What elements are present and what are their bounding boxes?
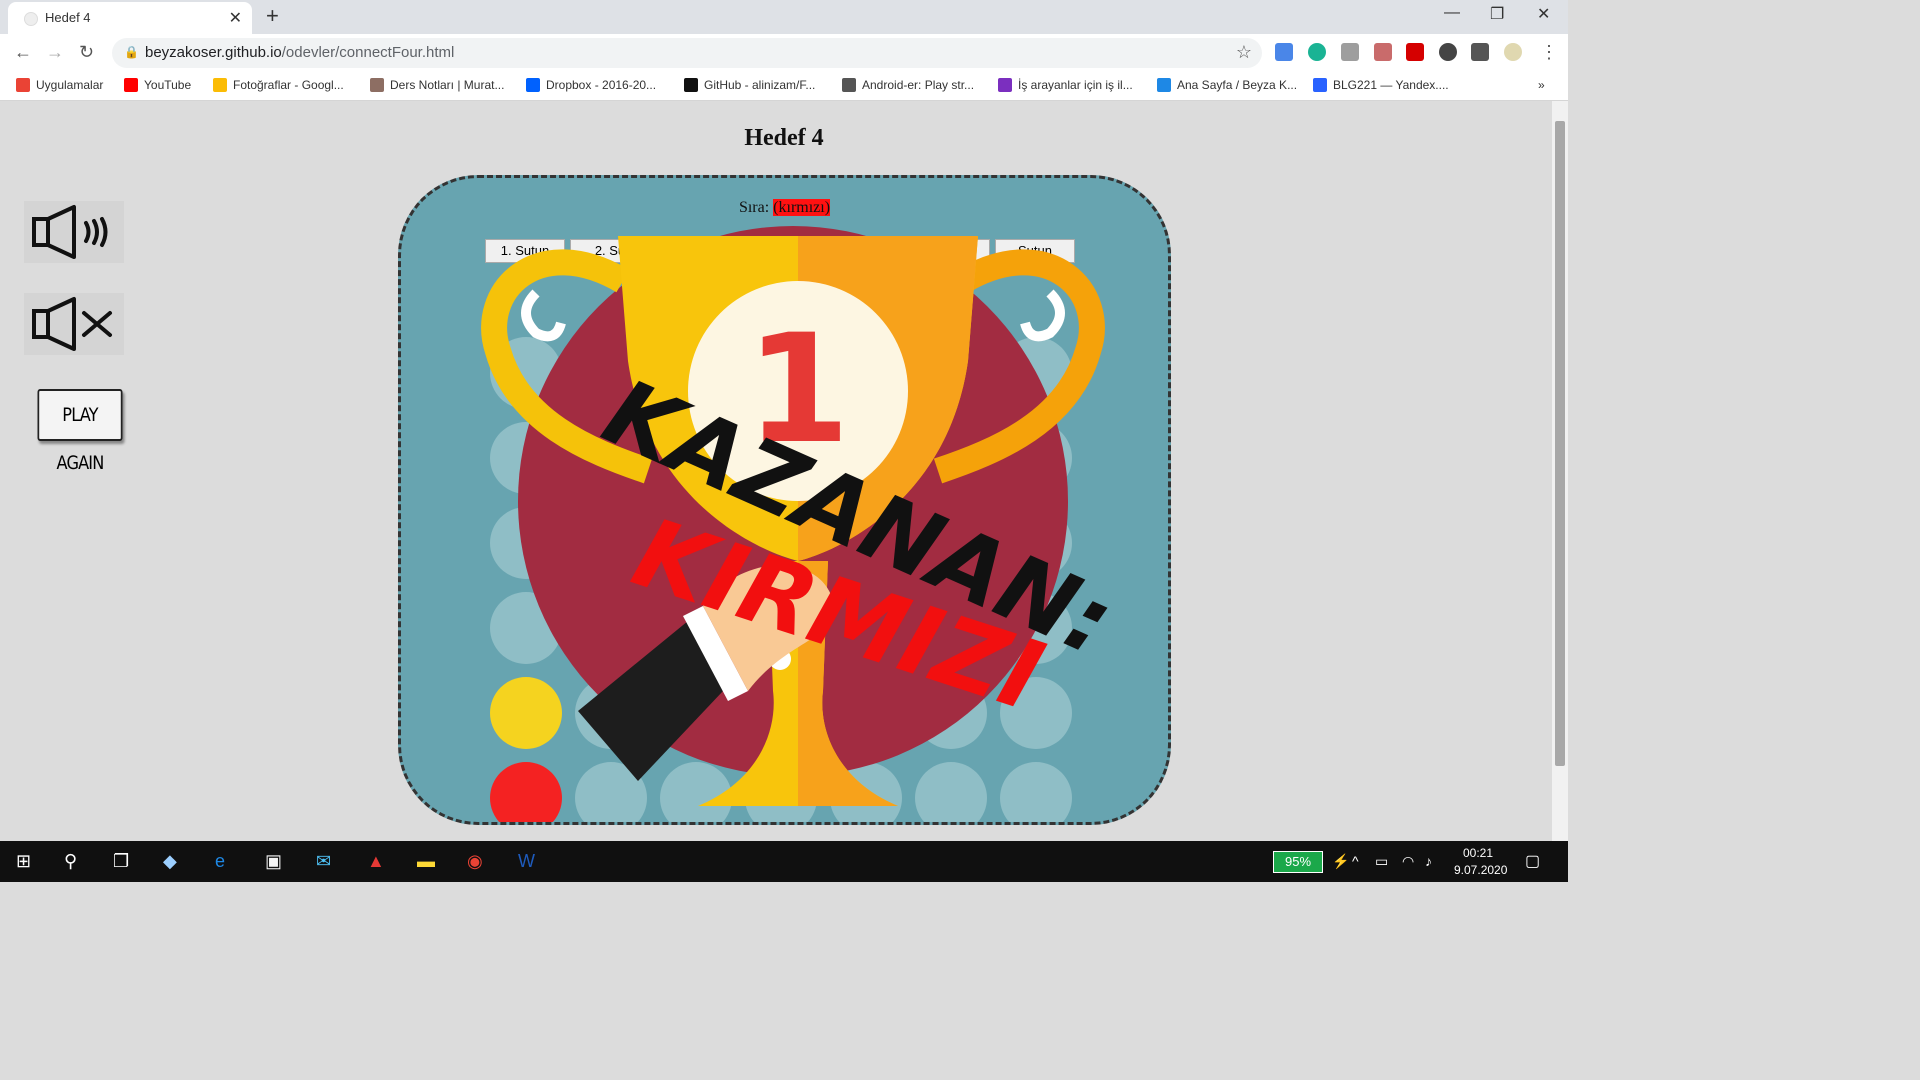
store-icon[interactable]: ▣: [265, 851, 282, 872]
clock-date[interactable]: 9.07.2020: [1454, 863, 1507, 877]
winner-trophy-overlay: 1 KAZANAN: KIRMIZI: [481, 226, 1128, 806]
new-tab-button[interactable]: +: [266, 3, 279, 29]
bookmark-label: Ana Sayfa / Beyza K...: [1177, 78, 1298, 92]
page-scrollbar[interactable]: [1552, 101, 1568, 841]
sound-off-button[interactable]: [24, 293, 124, 355]
bookmark-item[interactable]: Dropbox - 2016-20...: [526, 78, 656, 92]
bookmark-label: GitHub - alinizam/F...: [704, 78, 816, 92]
trophy-left-swirl: [521, 289, 566, 342]
speaker-mute-icon: [32, 297, 112, 351]
media-controls-icon[interactable]: [1471, 43, 1489, 61]
more-bookmarks-button[interactable]: »: [1538, 78, 1545, 92]
bookmark-favicon-icon: [370, 78, 384, 92]
bookmark-favicon-icon: [16, 78, 30, 92]
sound-on-button[interactable]: [24, 201, 124, 263]
3d-box-app-icon[interactable]: ◆: [163, 851, 177, 872]
chrome-icon[interactable]: ◉: [467, 851, 483, 872]
profile-avatar[interactable]: [1504, 43, 1522, 61]
bookmark-item[interactable]: BLG221 — Yandex....: [1313, 78, 1449, 92]
bookmarks-bar: Uygulamalar YouTube Fotoğraflar - Googl...…: [0, 72, 1568, 101]
turn-indicator: Sıra: (kırmızı): [401, 199, 1168, 217]
restore-button[interactable]: ❐: [1490, 4, 1504, 24]
bookmark-label: Fotoğraflar - Googl...: [233, 78, 344, 92]
tray-chevron-icon[interactable]: ^: [1352, 853, 1359, 869]
bookmark-item[interactable]: Uygulamalar: [16, 78, 103, 92]
scrollbar-thumb[interactable]: [1555, 121, 1565, 766]
bookmark-favicon-icon: [1157, 78, 1171, 92]
tab-close-icon[interactable]: ✕: [229, 8, 242, 28]
url-path: /odevler/connectFour.html: [281, 44, 455, 61]
bookmark-label: Ders Notları | Murat...: [390, 78, 505, 92]
bookmark-item[interactable]: Android-er: Play str...: [842, 78, 974, 92]
windows-taskbar: ⊞ ⚲ ❐ ◆ e ▣ ✉ ▲ ▬ ◉ W 95% ⚡ ^ ▭ ◠ ♪ 00:2…: [0, 841, 1568, 882]
pdf-extension-icon[interactable]: [1374, 43, 1392, 61]
page-title: Hedef 4: [744, 125, 824, 151]
volume-icon[interactable]: ♪: [1425, 853, 1432, 869]
power-plug-icon: ⚡: [1332, 853, 1350, 869]
edge-browser-icon[interactable]: e: [215, 851, 225, 872]
trophy-right-swirl: [1020, 289, 1065, 342]
url-host: beyzakoser.github.io: [145, 44, 282, 61]
bookmark-label: Android-er: Play str...: [862, 78, 975, 92]
bookmark-favicon-icon: [842, 78, 856, 92]
back-arrow-icon[interactable]: ←: [14, 42, 32, 63]
bookmark-item[interactable]: YouTube: [124, 78, 191, 92]
bookmark-label: İş arayanlar için iş il...: [1018, 78, 1133, 92]
task-view-icon[interactable]: ❐: [113, 851, 129, 872]
tab-title: Hedef 4: [45, 10, 91, 25]
lock-icon: 🔒: [124, 45, 139, 59]
wifi-icon[interactable]: ◠: [1402, 853, 1414, 870]
speaker-on-icon: [32, 205, 108, 259]
reload-icon[interactable]: ↻: [79, 42, 94, 63]
acrobat-icon[interactable]: ▲: [367, 851, 385, 872]
bookmark-favicon-icon: [124, 78, 138, 92]
word-icon[interactable]: W: [518, 851, 535, 872]
bookmark-star-icon[interactable]: ☆: [1236, 42, 1252, 63]
m-extension-icon[interactable]: [1308, 43, 1326, 61]
bookmark-label: YouTube: [144, 78, 192, 92]
menu-kebab-icon[interactable]: ⋮: [1540, 42, 1558, 63]
windows-start-icon[interactable]: ⊞: [16, 851, 31, 872]
bookmark-item[interactable]: GitHub - alinizam/F...: [684, 78, 815, 92]
minimize-button[interactable]: —: [1444, 4, 1460, 22]
bookmark-favicon-icon: [526, 78, 540, 92]
bookmark-favicon-icon: [213, 78, 227, 92]
bookmark-favicon-icon: [998, 78, 1012, 92]
tab-favicon-icon: [24, 12, 38, 26]
bookmark-item[interactable]: Ana Sayfa / Beyza K...: [1157, 78, 1297, 92]
bookmark-item[interactable]: Fotoğraflar - Googl...: [213, 78, 344, 92]
bookmark-favicon-icon: [684, 78, 698, 92]
forward-arrow-icon[interactable]: →: [46, 42, 64, 63]
notifications-icon[interactable]: ▢: [1525, 851, 1540, 871]
browser-toolbar: ← → ↻ 🔒 beyzakoser.github.io/odevler/con…: [0, 34, 1568, 72]
turn-label: Sıra:: [738, 199, 770, 216]
bookmark-label: BLG221 — Yandex....: [1333, 78, 1449, 92]
play-again-button[interactable]: PLAY AGAIN: [37, 389, 123, 474]
file-explorer-icon[interactable]: ▬: [417, 851, 435, 872]
bookmark-label: Uygulamalar: [36, 78, 104, 92]
battery-tray-icon[interactable]: ▭: [1375, 853, 1388, 870]
url-text: beyzakoser.github.io/odevler/connectFour…: [145, 44, 454, 61]
translate-extension-icon[interactable]: [1275, 43, 1293, 61]
page-content: Hedef 4 PLAY AGAIN Sıra: (kırmızı) 1. Su…: [0, 101, 1552, 841]
bookmark-label: Dropbox - 2016-20...: [546, 78, 657, 92]
copy-extension-icon[interactable]: [1341, 43, 1359, 61]
mail-icon[interactable]: ✉: [316, 851, 331, 872]
battery-indicator[interactable]: 95%: [1273, 851, 1323, 873]
clock-time[interactable]: 00:21: [1463, 846, 1493, 860]
turn-value: (kırmızı): [773, 199, 831, 216]
bookmark-favicon-icon: [1313, 78, 1327, 92]
browser-tab[interactable]: Hedef 4 ✕: [8, 2, 252, 34]
bookmark-item[interactable]: İş arayanlar için iş il...: [998, 78, 1133, 92]
bookmark-item[interactable]: Ders Notları | Murat...: [370, 78, 504, 92]
acrobat-extension-icon[interactable]: [1406, 43, 1424, 61]
window-close-button[interactable]: ✕: [1537, 4, 1550, 24]
search-icon[interactable]: ⚲: [64, 851, 77, 872]
puzzle-extensions-icon[interactable]: [1439, 43, 1457, 61]
address-bar[interactable]: 🔒 beyzakoser.github.io/odevler/connectFo…: [112, 38, 1262, 68]
browser-tab-strip: Hedef 4 ✕ + — ❐ ✕: [0, 0, 1568, 34]
